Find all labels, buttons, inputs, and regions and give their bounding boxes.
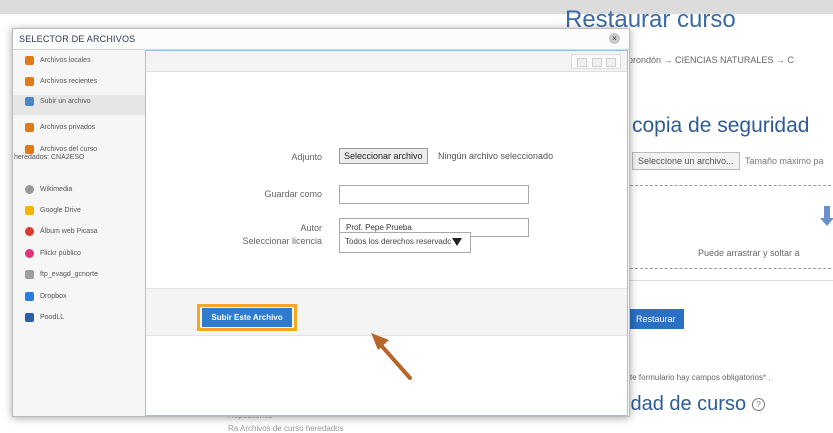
license-select-value: Todos los derechos reservadc [345, 237, 452, 246]
caret-down-icon [452, 238, 462, 246]
dialog-header: SELECTOR DE ARCHIVOS × [13, 29, 629, 50]
upload-file-button[interactable]: Subir Este Archivo [202, 308, 292, 327]
select-file-button[interactable]: Seleccionar archivo [339, 148, 428, 164]
sidebar-item-recent-files[interactable]: Archivos recientes [13, 77, 145, 86]
sidebar-item-legacy-course-files[interactable]: Archivos del curso heredados: CNA2ESO [13, 145, 145, 161]
max-size-text: Tamaño máximo pa [745, 156, 824, 166]
save-as-input[interactable] [339, 185, 529, 204]
flickr-icon [25, 249, 34, 258]
save-as-label: Guardar como [264, 189, 322, 199]
list-view-icon[interactable] [592, 58, 602, 67]
required-note: ste formulario hay campos obligatorios* … [626, 373, 771, 382]
sidebar-item-google-drive[interactable]: Google Drive [13, 206, 145, 215]
sidebar-item-poodll[interactable]: PoodLL [13, 313, 145, 322]
required-note-suffix: . [766, 373, 771, 382]
download-arrow-icon [820, 206, 833, 228]
icon-view-icon[interactable] [577, 58, 587, 67]
dialog-content: Adjunto Seleccionar archivo Ningún archi… [145, 50, 628, 416]
breadcrumb[interactable]: orondón → CIENCIAS NATURALES → C [628, 55, 794, 65]
drop-zone-text: Puede arrastrar y soltar a [698, 248, 800, 258]
sidebar-item-private-files[interactable]: Archivos privados [13, 123, 145, 132]
dialog-toolbar [146, 51, 627, 72]
tree-view-icon[interactable] [606, 58, 616, 67]
license-label: Seleccionar licencia [242, 236, 322, 246]
sidebar-item-dropbox[interactable]: Dropbox [13, 292, 145, 301]
sidebar-item-wikimedia[interactable]: Wikimedia [13, 185, 145, 194]
help-icon[interactable]: ? [752, 398, 766, 412]
required-note-text: ste formulario hay campos obligatorios [626, 373, 763, 382]
picasa-icon [25, 227, 34, 236]
moodle-icon [25, 123, 34, 132]
sidebar-item-upload-file[interactable]: Subir un archivo [13, 95, 145, 115]
moodle-icon [25, 56, 34, 65]
choose-file-button[interactable]: Seleccione un archivo... [632, 152, 740, 170]
upload-icon [25, 97, 34, 106]
section-heading-2-text: idad de curso [626, 393, 747, 415]
file-status: Ningún archivo seleccionado [438, 151, 554, 161]
restore-button[interactable]: Restaurar [628, 309, 684, 329]
sidebar-item-local-files[interactable]: Archivos locales [13, 56, 145, 65]
file-picker-dialog: SELECTOR DE ARCHIVOS × Archivos locales … [12, 28, 630, 417]
sidebar-item-flickr[interactable]: Flickr público [13, 249, 145, 258]
moodle-icon [25, 77, 34, 86]
sidebar-item-ftp[interactable]: ftp_evagd_gcnorte [13, 270, 145, 279]
google-drive-icon [25, 206, 34, 215]
ftp-icon [25, 270, 34, 279]
attachment-label: Adjunto [291, 152, 322, 162]
sidebar-item-picasa[interactable]: Álbum web Picasa [13, 227, 145, 236]
repository-sidebar: Archivos locales Archivos recientes Subi… [13, 50, 145, 416]
dialog-title: SELECTOR DE ARCHIVOS [19, 34, 136, 44]
wikimedia-icon [25, 185, 34, 194]
view-switcher [571, 54, 621, 69]
section-heading-2: idad de curso? [626, 393, 766, 416]
license-select[interactable]: Todos los derechos reservadc [339, 232, 471, 253]
moodle-icon [25, 145, 34, 154]
dropbox-icon [25, 292, 34, 301]
poodll-icon [25, 313, 34, 322]
author-label: Autor [300, 223, 322, 233]
section-heading: copia de seguridad [632, 114, 810, 137]
background-text-2: Ra Archivos de curso heredados [228, 424, 344, 433]
close-icon[interactable]: × [609, 33, 620, 44]
divider [626, 280, 833, 281]
